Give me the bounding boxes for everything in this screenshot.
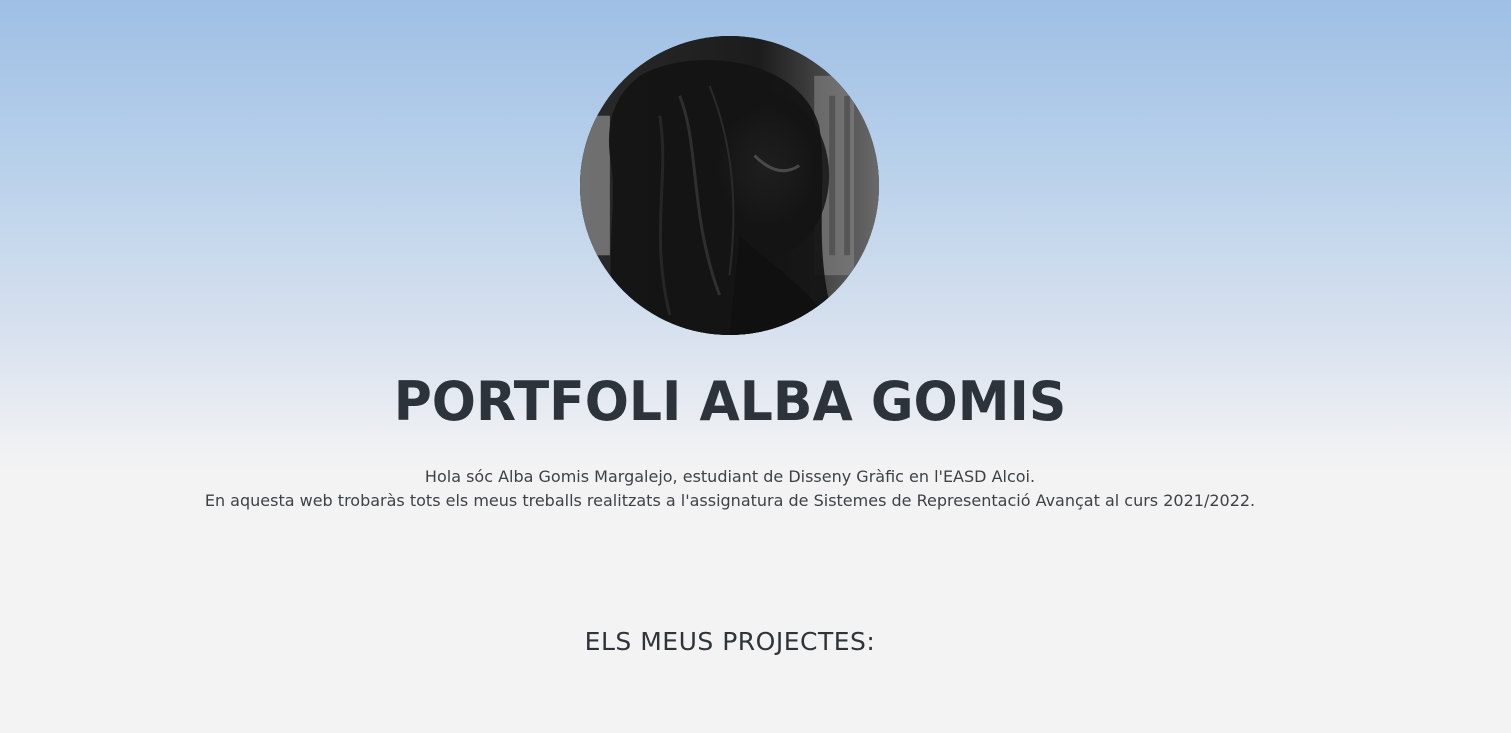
portfolio-page: PORTFOLI ALBA GOMIS Hola sóc Alba Gomis …: [0, 0, 1511, 733]
projects-heading: ELS MEUS PROJECTES:: [584, 627, 876, 656]
intro-text: Hola sóc Alba Gomis Margalejo, estudiant…: [0, 465, 1460, 513]
page-title: PORTFOLI ALBA GOMIS: [393, 370, 1067, 434]
profile-photo: [580, 36, 879, 335]
intro-line-2: En aquesta web trobaràs tots els meus tr…: [204, 491, 1256, 510]
intro-line-1: Hola sóc Alba Gomis Margalejo, estudiant…: [424, 467, 1036, 486]
portrait-image: [580, 36, 879, 335]
